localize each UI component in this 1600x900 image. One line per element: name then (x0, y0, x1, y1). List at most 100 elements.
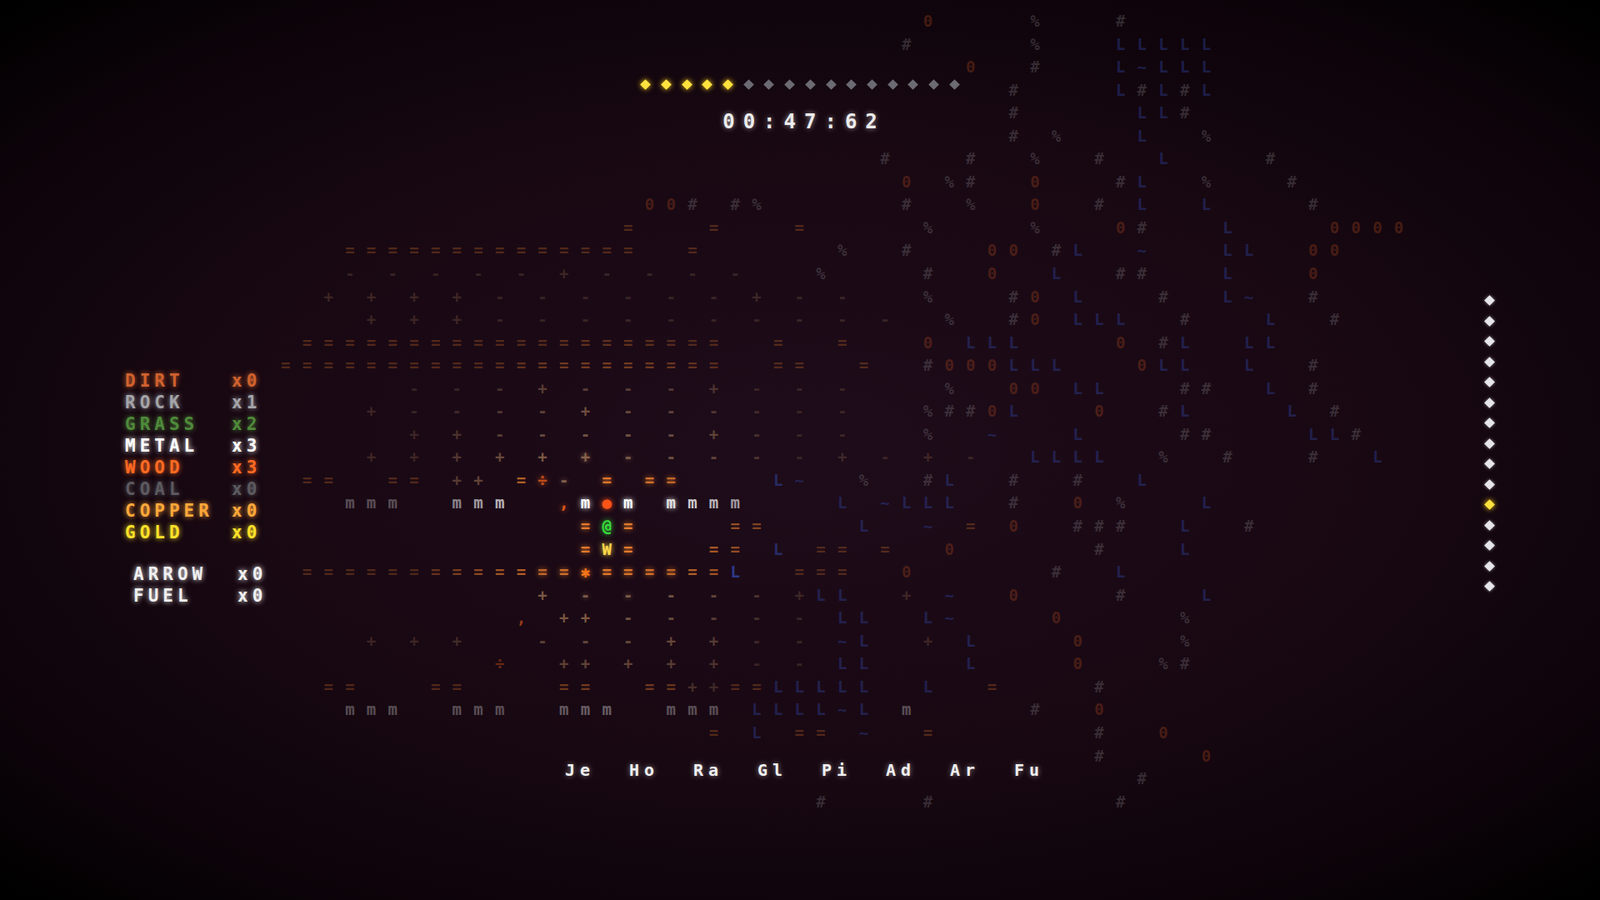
hotbar-slot[interactable]: Ad (885, 758, 917, 782)
map-tile (874, 239, 896, 263)
map-tile (789, 55, 811, 80)
map-tile (1066, 675, 1089, 700)
map-tile (917, 560, 940, 585)
map-tile: # (1110, 584, 1132, 608)
map-tile: - (745, 377, 768, 401)
map-tile (403, 147, 425, 171)
map-tile: # (1024, 55, 1046, 80)
map-tile: # (1024, 698, 1046, 722)
map-tile: - (789, 308, 811, 332)
map-tile (489, 515, 511, 539)
map-tile (595, 10, 618, 34)
map-tile (467, 790, 490, 815)
map-tile: = (381, 469, 404, 493)
map-tile: L (1152, 33, 1175, 57)
map-tile: m (895, 698, 918, 722)
map-tile (938, 721, 960, 745)
hotbar-slot[interactable]: Ho (629, 758, 660, 782)
map-tile: L (724, 560, 746, 585)
map-tile (275, 606, 297, 630)
map-tile (853, 377, 875, 401)
map-tile (639, 308, 661, 332)
map-tile (767, 216, 790, 240)
map-tile: = (703, 721, 725, 745)
map-tile (639, 147, 661, 171)
map-tile: L (831, 584, 854, 608)
map-tile (960, 33, 982, 57)
map-tile: 0 (1324, 216, 1346, 240)
map-tile (767, 170, 790, 195)
depth-gem-icon (1484, 356, 1495, 368)
map-tile (745, 790, 768, 815)
map-row: - - - + - - - + - - - % 00 LL ## L # (275, 377, 1410, 401)
hotbar-slot[interactable]: Ar (950, 758, 981, 782)
map-tile (403, 515, 425, 539)
map-tile: # (1260, 147, 1282, 171)
map-tile (360, 125, 383, 149)
map-tile (981, 147, 1004, 171)
map-tile: L (853, 515, 875, 539)
map-tile: + (553, 606, 575, 630)
map-tile (489, 216, 511, 240)
map-tile: = (617, 331, 640, 355)
map-tile (575, 125, 597, 149)
hotbar-slot[interactable]: Fu (1014, 758, 1045, 782)
hotbar-slot[interactable]: Ra (693, 758, 725, 782)
map-tile (938, 147, 960, 171)
map-tile (724, 790, 746, 815)
map-tile: L (960, 630, 982, 654)
map-tile (1152, 193, 1175, 217)
hotbar-slot[interactable]: Pi (821, 758, 853, 782)
map-tile: + (360, 445, 383, 470)
map-tile (595, 193, 618, 217)
map-tile: L (789, 675, 811, 700)
map-tile: L (1110, 33, 1132, 57)
map-tile: + (703, 675, 725, 700)
map-tile (531, 675, 554, 700)
map-tile: m (381, 491, 404, 515)
map-tile (296, 698, 319, 722)
map-tile: - (660, 400, 682, 424)
map-tile (425, 400, 447, 424)
map-tile (1002, 698, 1025, 722)
map-tile (339, 55, 361, 80)
map-tile: = (467, 331, 490, 355)
map-tile (1131, 652, 1154, 676)
map-tile (853, 423, 875, 447)
map-tile: = (510, 331, 533, 355)
item-count: x0 (231, 500, 261, 522)
map-tile: - (575, 285, 597, 310)
map-tile (1045, 538, 1068, 562)
map-tile (831, 216, 854, 240)
map-tile (853, 445, 875, 470)
map-tile (381, 538, 404, 562)
map-tile: % (938, 308, 960, 332)
map-tile (1195, 262, 1218, 286)
map-tile (575, 790, 597, 815)
map-tile: # (874, 147, 896, 171)
map-tile (724, 170, 746, 195)
map-tile (1302, 216, 1325, 240)
map-tile: + (360, 285, 383, 310)
map-tile: 0 (639, 193, 661, 217)
map-tile: = (789, 216, 811, 240)
map-tile (467, 10, 490, 34)
map-row: =@= == L ~ = 0 ### L # (275, 515, 1410, 539)
map-tile (510, 515, 533, 539)
map-tile (1045, 400, 1068, 424)
depth-gem-icon (1484, 295, 1495, 306)
map-tile (874, 354, 896, 378)
map-tile (1152, 125, 1175, 149)
map-tile (639, 698, 661, 722)
hotbar-slot[interactable]: Gl (757, 758, 789, 782)
map-tile (467, 630, 490, 654)
map-tile (767, 790, 790, 815)
hotbar-slot[interactable]: Je (565, 758, 596, 782)
map-tile: # (1002, 125, 1025, 149)
map-tile (403, 55, 425, 80)
map-tile: = (810, 721, 832, 745)
map-tile (1045, 790, 1068, 815)
map-tile: % (1045, 125, 1068, 149)
map-tile (981, 652, 1004, 676)
map-tile: = (467, 560, 490, 585)
